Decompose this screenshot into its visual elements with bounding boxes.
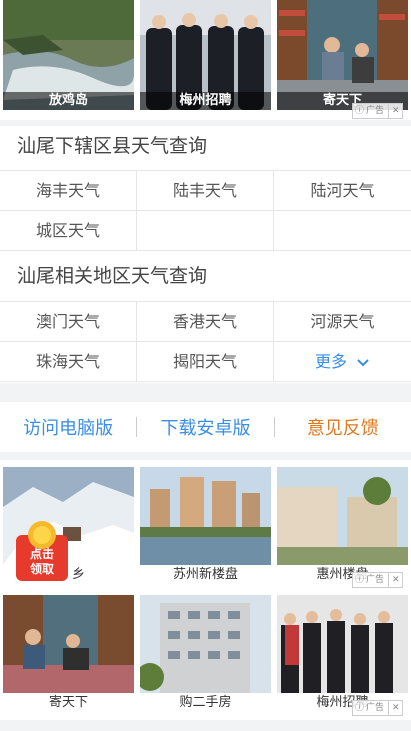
ad-badge[interactable]: ⓘ 广告 ✕ bbox=[352, 572, 403, 588]
red-envelope-line2: 领取 bbox=[29, 562, 54, 576]
villa-street-image bbox=[277, 467, 408, 565]
chevron-down-icon bbox=[357, 358, 369, 366]
region-link-macau[interactable]: 澳门天气 bbox=[0, 302, 137, 342]
feedback-link[interactable]: 意见反馈 bbox=[275, 414, 411, 440]
android-download-link[interactable]: 下载安卓版 bbox=[137, 414, 273, 440]
close-icon[interactable]: ✕ bbox=[388, 701, 400, 715]
county-empty-cell bbox=[137, 211, 274, 251]
ad-tile-meizhou-jobs[interactable]: 梅州招聘 bbox=[277, 595, 408, 713]
ad-tile-huizhou[interactable]: 惠州楼盘 bbox=[277, 467, 408, 585]
ad-info-icon: ⓘ bbox=[355, 106, 365, 116]
bottom-ad-grid: 乡 苏州新楼盘 惠州楼盘 寄天下 购二手房 梅州招聘 bbox=[0, 460, 411, 720]
library-reading-image bbox=[3, 595, 134, 693]
business-people-image bbox=[277, 595, 408, 693]
ad-caption: 放鸡岛 bbox=[3, 92, 134, 110]
top-ad-row: 放鸡岛 梅州招聘 寄天下 ⓘ 广告 ✕ bbox=[0, 0, 411, 120]
ad-tile-jobs[interactable]: 梅州招聘 bbox=[140, 0, 271, 110]
ad-caption: 梅州招聘 bbox=[140, 92, 271, 110]
footer-links: 访问电脑版 下载安卓版 意见反馈 bbox=[0, 402, 411, 452]
region-section-title: 汕尾相关地区天气查询 bbox=[0, 251, 411, 301]
ad-tile-secondhand[interactable]: 购二手房 bbox=[140, 595, 271, 713]
close-icon[interactable]: ✕ bbox=[388, 573, 400, 587]
ad-caption: 购二手房 bbox=[179, 695, 232, 710]
county-link-lufeng[interactable]: 陆丰天气 bbox=[137, 171, 274, 211]
ad-caption: 寄天下 bbox=[48, 695, 88, 710]
ad-info-icon: ⓘ bbox=[355, 575, 365, 585]
red-envelope-label: 点击 领取 bbox=[16, 547, 68, 577]
region-link-hongkong[interactable]: 香港天气 bbox=[137, 302, 274, 342]
county-empty-cell bbox=[274, 211, 411, 251]
ad-label: 广告 bbox=[366, 106, 385, 116]
ad-tile-library-2[interactable]: 寄天下 bbox=[3, 595, 134, 713]
county-link-luhe[interactable]: 陆河天气 bbox=[274, 171, 411, 211]
region-link-heyuan[interactable]: 河源天气 bbox=[274, 302, 411, 342]
region-link-zhuhai[interactable]: 珠海天气 bbox=[0, 342, 137, 382]
red-envelope-line1: 点击 bbox=[29, 547, 54, 561]
ad-tile-suzhou[interactable]: 苏州新楼盘 bbox=[140, 467, 271, 585]
ad-label: 广告 bbox=[366, 575, 385, 585]
ad-info-icon: ⓘ bbox=[355, 703, 365, 713]
pc-version-link[interactable]: 访问电脑版 bbox=[0, 414, 136, 440]
red-envelope-button[interactable]: 点击 领取 bbox=[16, 521, 68, 581]
county-section-title: 汕尾下辖区县天气查询 bbox=[0, 126, 411, 170]
apartment-image bbox=[140, 595, 271, 693]
ad-caption: 苏州新楼盘 bbox=[172, 567, 238, 582]
more-label: 更多 bbox=[314, 352, 347, 371]
ad-badge[interactable]: ⓘ 广告 ✕ bbox=[352, 103, 403, 119]
ad-tile-library[interactable]: 寄天下 bbox=[277, 0, 408, 110]
ad-badge[interactable]: ⓘ 广告 ✕ bbox=[352, 700, 403, 716]
buildings-lake-image bbox=[140, 467, 271, 565]
ad-tile-island[interactable]: 放鸡岛 bbox=[3, 0, 134, 110]
ad-label: 广告 bbox=[366, 703, 385, 713]
region-link-jieyang[interactable]: 揭阳天气 bbox=[137, 342, 274, 382]
close-icon[interactable]: ✕ bbox=[388, 104, 400, 118]
region-grid: 澳门天气 香港天气 河源天气 珠海天气 揭阳天气 更多 bbox=[0, 301, 411, 383]
county-grid: 海丰天气 陆丰天气 陆河天气 城区天气 bbox=[0, 170, 411, 252]
more-regions-button[interactable]: 更多 bbox=[274, 342, 411, 382]
county-link-haifeng[interactable]: 海丰天气 bbox=[0, 171, 137, 211]
county-link-chengqu[interactable]: 城区天气 bbox=[0, 211, 137, 251]
